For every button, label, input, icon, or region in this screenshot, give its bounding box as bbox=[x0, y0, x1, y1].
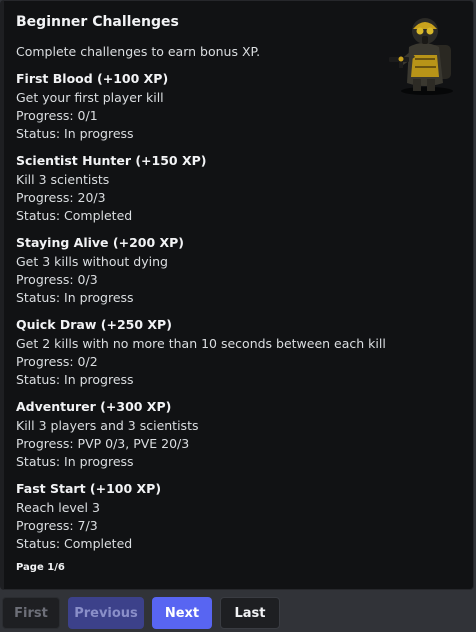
challenge-task: Get your first player kill bbox=[16, 90, 164, 105]
challenge-task: Kill 3 scientists bbox=[16, 172, 110, 187]
challenge-name: Adventurer (+300 XP) bbox=[16, 399, 172, 414]
pagination-buttons: First Previous Next Last bbox=[2, 597, 280, 629]
challenge-progress: Progress: 0/3 bbox=[16, 272, 98, 287]
challenge-name: Fast Start (+100 XP) bbox=[16, 481, 162, 496]
challenge-name: Quick Draw (+250 XP) bbox=[16, 317, 172, 332]
challenge-progress: Progress: 0/2 bbox=[16, 354, 98, 369]
challenge-status: Status: In progress bbox=[16, 290, 134, 305]
challenge-list: First Blood (+100 XP) Get your first pla… bbox=[16, 69, 456, 561]
embed-title: Beginner Challenges bbox=[16, 14, 179, 30]
challenge-task: Kill 3 players and 3 scientists bbox=[16, 418, 199, 433]
first-page-button[interactable]: First bbox=[2, 597, 60, 629]
challenge-progress: Progress: PVP 0/3, PVE 20/3 bbox=[16, 436, 190, 451]
challenge-field: Fast Start (+100 XP) Reach level 3 Progr… bbox=[16, 479, 456, 561]
challenges-embed: Beginner Challenges Complete challenges … bbox=[0, 0, 474, 590]
challenge-task: Get 3 kills without dying bbox=[16, 254, 168, 269]
challenge-task: Get 2 kills with no more than 10 seconds… bbox=[16, 336, 386, 351]
embed-description: Complete challenges to earn bonus XP. bbox=[16, 44, 261, 59]
challenge-field: Scientist Hunter (+150 XP) Kill 3 scient… bbox=[16, 151, 456, 233]
previous-page-button[interactable]: Previous bbox=[68, 597, 144, 629]
challenge-status: Status: In progress bbox=[16, 454, 134, 469]
challenge-status: Status: In progress bbox=[16, 372, 134, 387]
challenge-field: First Blood (+100 XP) Get your first pla… bbox=[16, 69, 456, 151]
challenge-progress: Progress: 0/1 bbox=[16, 108, 98, 123]
challenge-progress: Progress: 7/3 bbox=[16, 518, 98, 533]
next-page-button[interactable]: Next bbox=[152, 597, 212, 629]
challenge-name: Scientist Hunter (+150 XP) bbox=[16, 153, 207, 168]
challenge-status: Status: Completed bbox=[16, 208, 133, 223]
challenge-status: Status: In progress bbox=[16, 126, 134, 141]
challenge-task: Reach level 3 bbox=[16, 500, 100, 515]
challenge-name: Staying Alive (+200 XP) bbox=[16, 235, 185, 250]
challenge-name: First Blood (+100 XP) bbox=[16, 71, 169, 86]
challenge-field: Staying Alive (+200 XP) Get 3 kills with… bbox=[16, 233, 456, 315]
challenge-field: Adventurer (+300 XP) Kill 3 players and … bbox=[16, 397, 456, 479]
challenge-status: Status: Completed bbox=[16, 536, 133, 551]
page-indicator: Page 1/6 bbox=[16, 562, 65, 573]
challenge-field: Quick Draw (+250 XP) Get 2 kills with no… bbox=[16, 315, 456, 397]
challenge-progress: Progress: 20/3 bbox=[16, 190, 106, 205]
last-page-button[interactable]: Last bbox=[220, 597, 280, 629]
